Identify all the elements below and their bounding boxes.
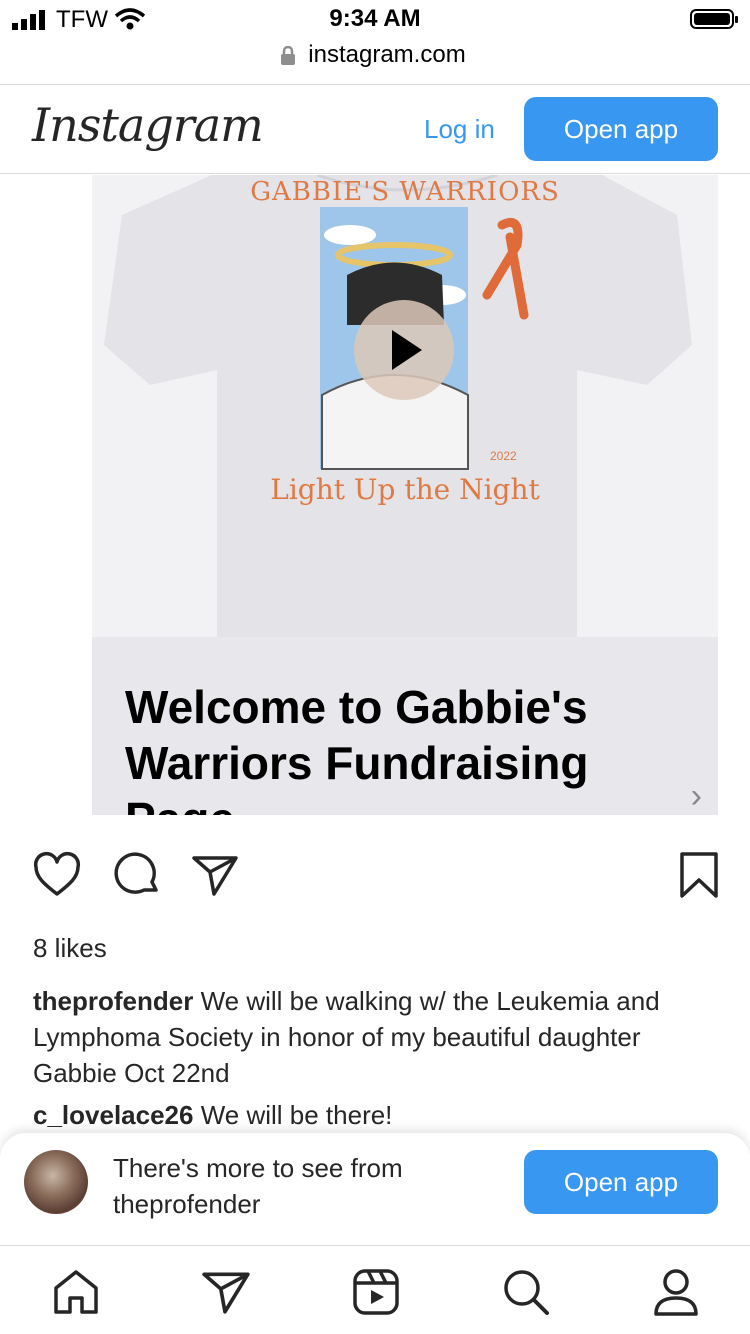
banner-line-1: There's more to see from bbox=[113, 1153, 403, 1183]
bookmark-icon[interactable] bbox=[674, 850, 724, 900]
home-icon[interactable] bbox=[50, 1266, 102, 1318]
link-card[interactable]: Welcome to Gabbie's Warriors Fundraising… bbox=[92, 637, 718, 815]
url-text: instagram.com bbox=[308, 41, 466, 68]
play-icon[interactable] bbox=[354, 300, 454, 400]
chevron-right-icon[interactable]: › bbox=[691, 777, 702, 815]
profile-icon[interactable] bbox=[650, 1266, 702, 1318]
clock: 9:34 AM bbox=[329, 5, 421, 32]
shirt-year: 2022 bbox=[490, 449, 517, 463]
banner-open-app-button[interactable]: Open app bbox=[524, 1150, 718, 1214]
instagram-logo[interactable]: Instagram bbox=[32, 98, 264, 152]
avatar[interactable] bbox=[24, 1150, 88, 1214]
reels-icon[interactable] bbox=[350, 1266, 402, 1318]
battery-icon bbox=[690, 9, 738, 29]
banner-text: There's more to see from theprofender bbox=[113, 1150, 403, 1222]
likes-count[interactable]: 8 likes bbox=[33, 933, 107, 964]
caption-username[interactable]: theprofender bbox=[33, 986, 193, 1016]
comment-username[interactable]: c_lovelace26 bbox=[33, 1100, 193, 1130]
card-title: Welcome to Gabbie's Warriors Fundraising… bbox=[125, 681, 589, 815]
divider bbox=[0, 173, 750, 174]
bottom-nav bbox=[0, 1246, 750, 1334]
banner-line-2: theprofender bbox=[113, 1189, 261, 1219]
status-bar: TFW 9:34 AM instagram.com bbox=[0, 0, 750, 68]
share-icon[interactable] bbox=[190, 850, 240, 900]
search-icon[interactable] bbox=[500, 1266, 552, 1318]
open-app-button[interactable]: Open app bbox=[524, 97, 718, 161]
shirt-heading: GABBIE'S WARRIORS bbox=[250, 177, 560, 207]
direct-icon[interactable] bbox=[200, 1266, 252, 1318]
address-bar[interactable]: instagram.com bbox=[0, 41, 750, 69]
divider bbox=[0, 84, 750, 85]
post-caption: theprofender We will be walking w/ the L… bbox=[33, 983, 723, 1091]
comment: c_lovelace26 We will be there! bbox=[33, 1100, 392, 1131]
heart-icon[interactable] bbox=[32, 850, 82, 900]
log-in-link[interactable]: Log in bbox=[424, 114, 495, 145]
tshirt-image bbox=[104, 175, 692, 637]
shirt-tagline: Light Up the Night bbox=[270, 473, 540, 506]
post-media-carousel[interactable]: GABBIE'S WARRIORS 2022 Light Up the Nigh… bbox=[92, 175, 718, 815]
comment-icon[interactable] bbox=[112, 850, 162, 900]
comment-text: We will be there! bbox=[193, 1100, 393, 1130]
